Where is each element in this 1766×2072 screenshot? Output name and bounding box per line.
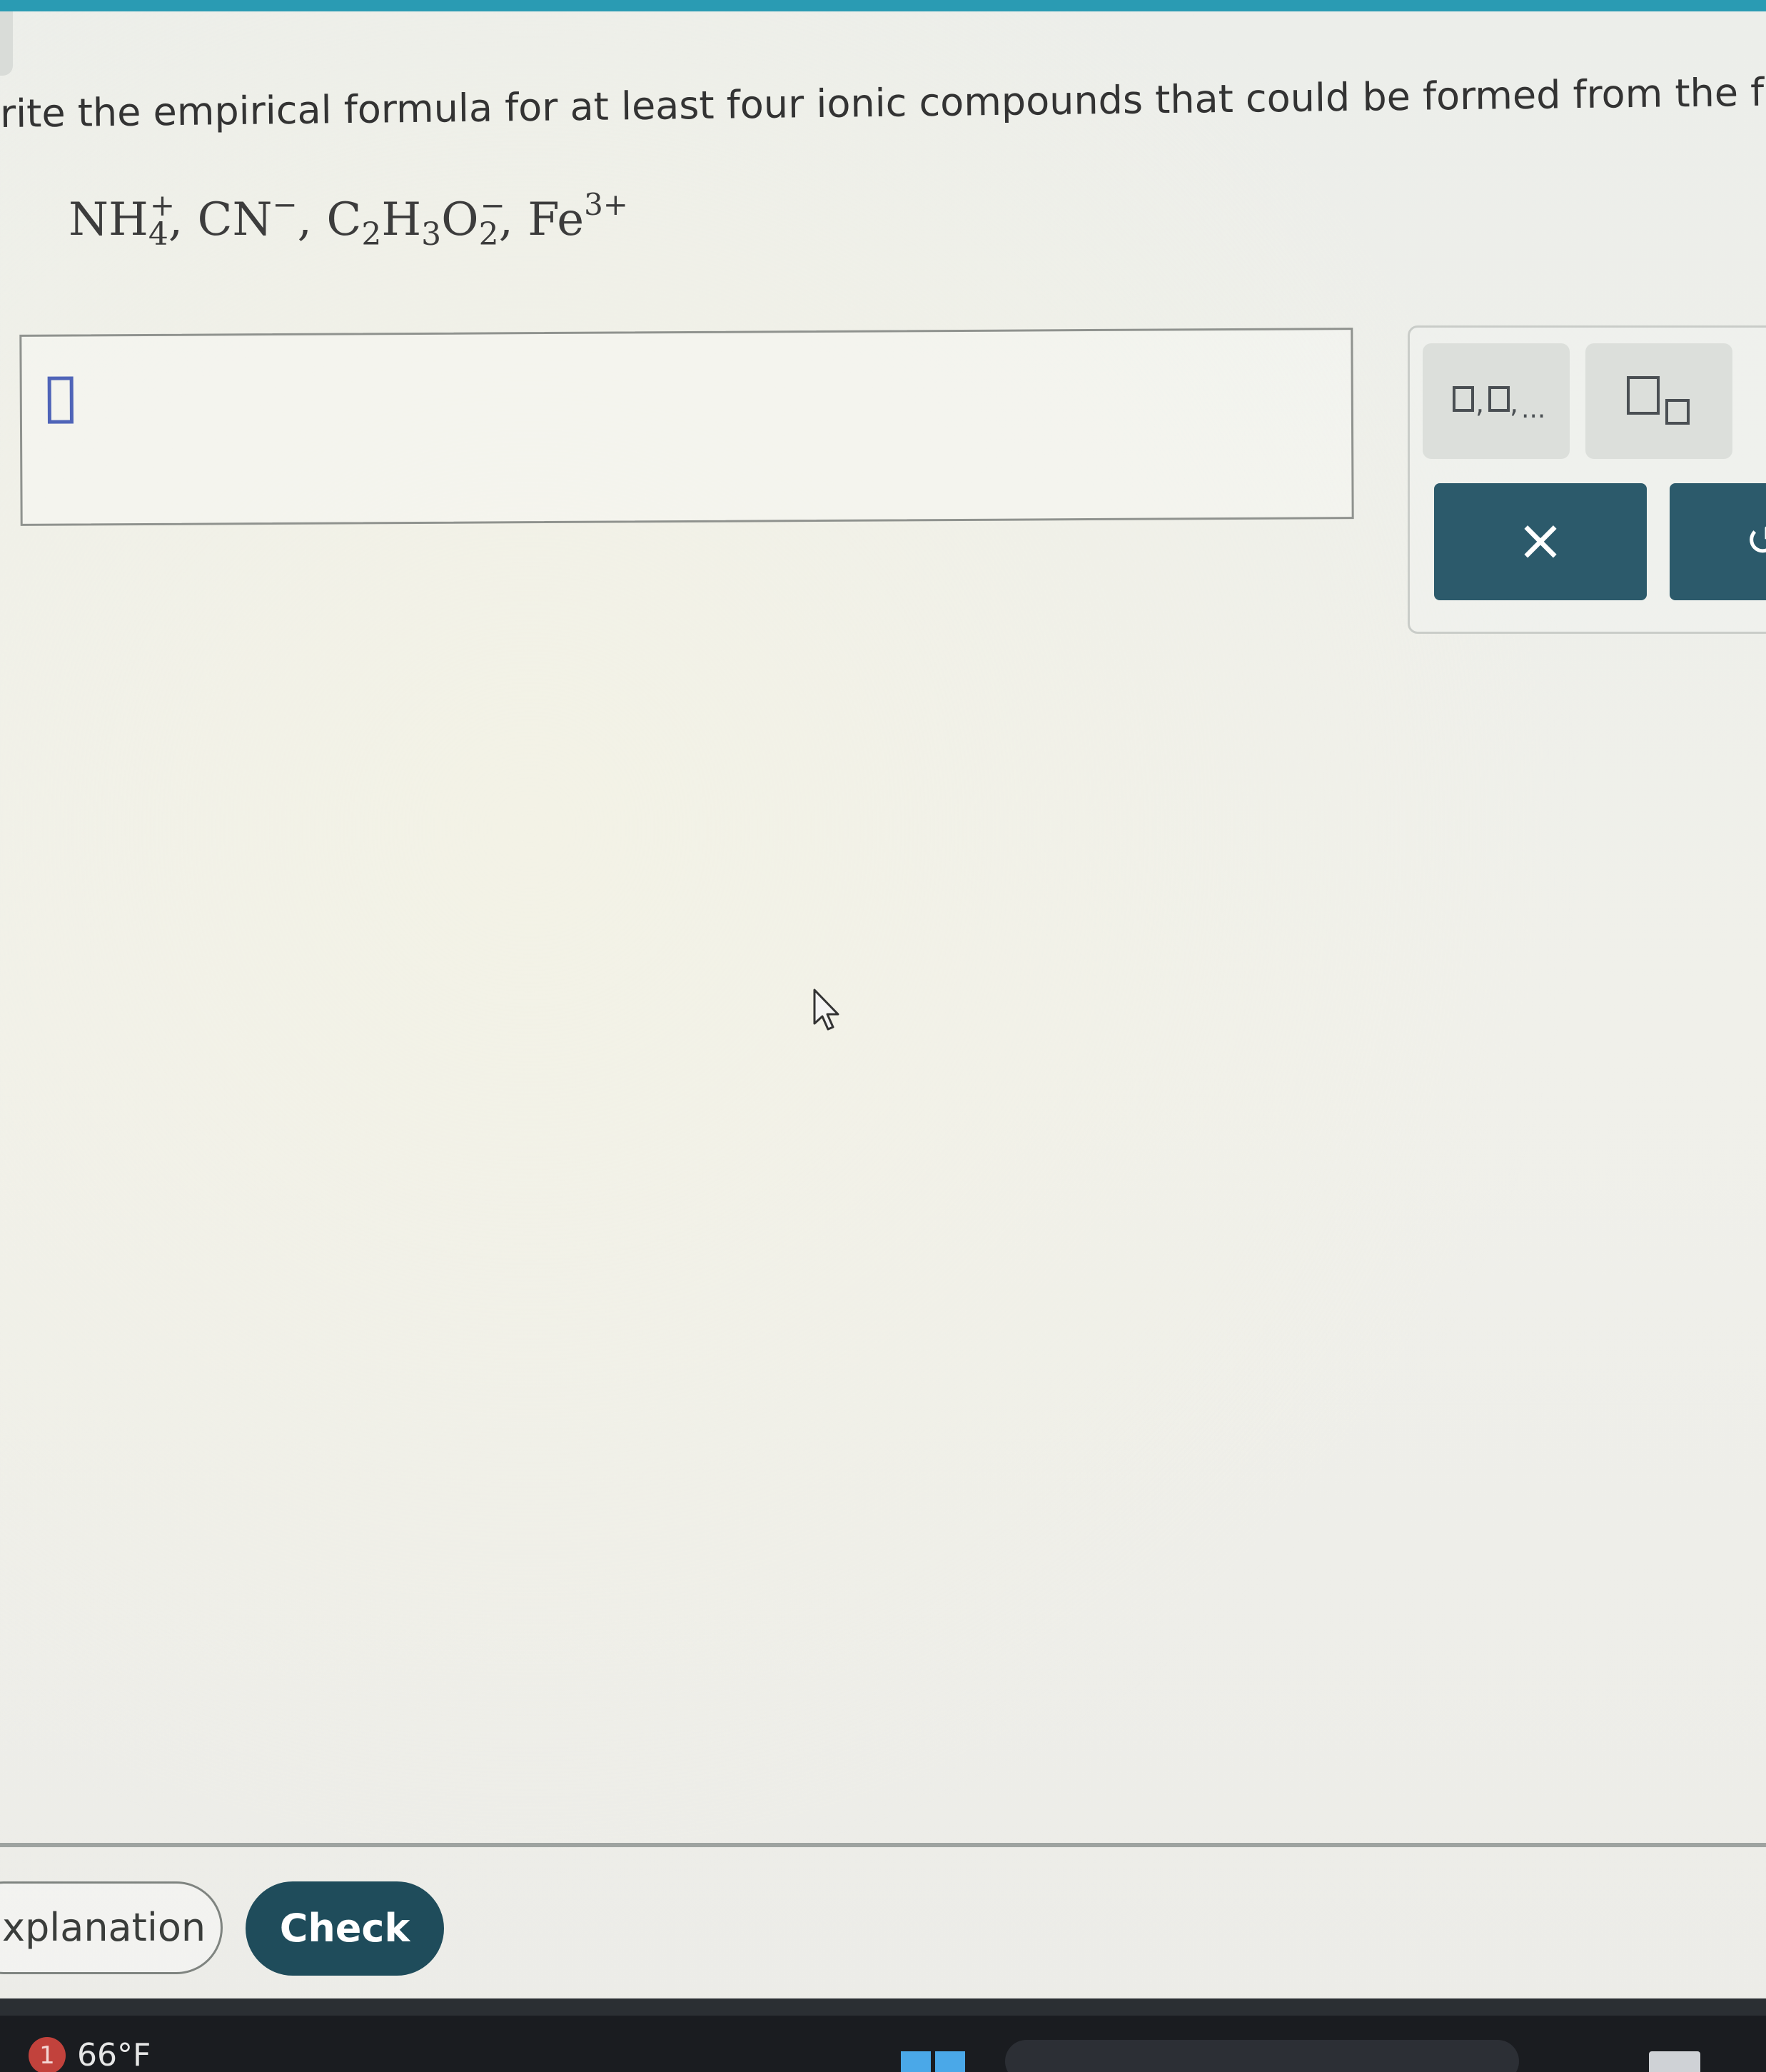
- subscript-template-button[interactable]: [1585, 343, 1732, 459]
- windows-start-icon[interactable]: [901, 2051, 967, 2072]
- check-button[interactable]: Check: [246, 1881, 444, 1976]
- close-icon: ×: [1516, 507, 1565, 573]
- list-template-button[interactable]: , , ...: [1423, 343, 1570, 459]
- mouse-pointer-icon: [813, 989, 839, 1031]
- undo-icon: ↺: [1745, 516, 1766, 566]
- ion-cyanide: CN−: [197, 187, 298, 246]
- check-label: Check: [279, 1906, 410, 1951]
- question-text: rite the empirical formula for at least …: [0, 69, 1766, 136]
- explanation-button[interactable]: xplanation: [0, 1881, 223, 1974]
- top-accent-bar: [0, 0, 1766, 11]
- square-icon: [1488, 386, 1510, 412]
- taskbar-top-strip: [0, 1998, 1766, 2016]
- ion-iron-iii: Fe3+: [528, 187, 628, 246]
- footer-divider: [0, 1843, 1766, 1847]
- square-icon: [1453, 386, 1474, 412]
- ion-acetate: C2H3O2−: [326, 188, 505, 253]
- notification-badge[interactable]: 1: [29, 2037, 66, 2072]
- comma-glyph: ,: [1475, 388, 1485, 419]
- explanation-label: xplanation: [2, 1905, 206, 1950]
- formula-toolbar: , , ... × ↺: [1408, 325, 1766, 634]
- tray-icon[interactable]: [1649, 2051, 1700, 2072]
- input-cursor-placeholder: [47, 376, 74, 424]
- taskbar-search[interactable]: [1005, 2040, 1519, 2072]
- ion-ammonium: NH4 +: [69, 188, 176, 253]
- ion-list: NH4 +, CN−, C2H3O2−, Fe3+: [69, 187, 628, 253]
- answer-input[interactable]: [19, 328, 1354, 526]
- top-tab: [0, 11, 13, 76]
- weather-temperature[interactable]: 66°F: [77, 2037, 151, 2072]
- subscript-square-icon: [1665, 399, 1690, 425]
- taskbar: 1 66°F: [0, 2016, 1766, 2072]
- undo-button[interactable]: ↺: [1670, 483, 1766, 600]
- square-icon: [1627, 376, 1660, 415]
- ellipsis-glyph: ...: [1521, 395, 1546, 424]
- comma-glyph: ,: [1510, 388, 1519, 419]
- clear-button[interactable]: ×: [1434, 483, 1647, 600]
